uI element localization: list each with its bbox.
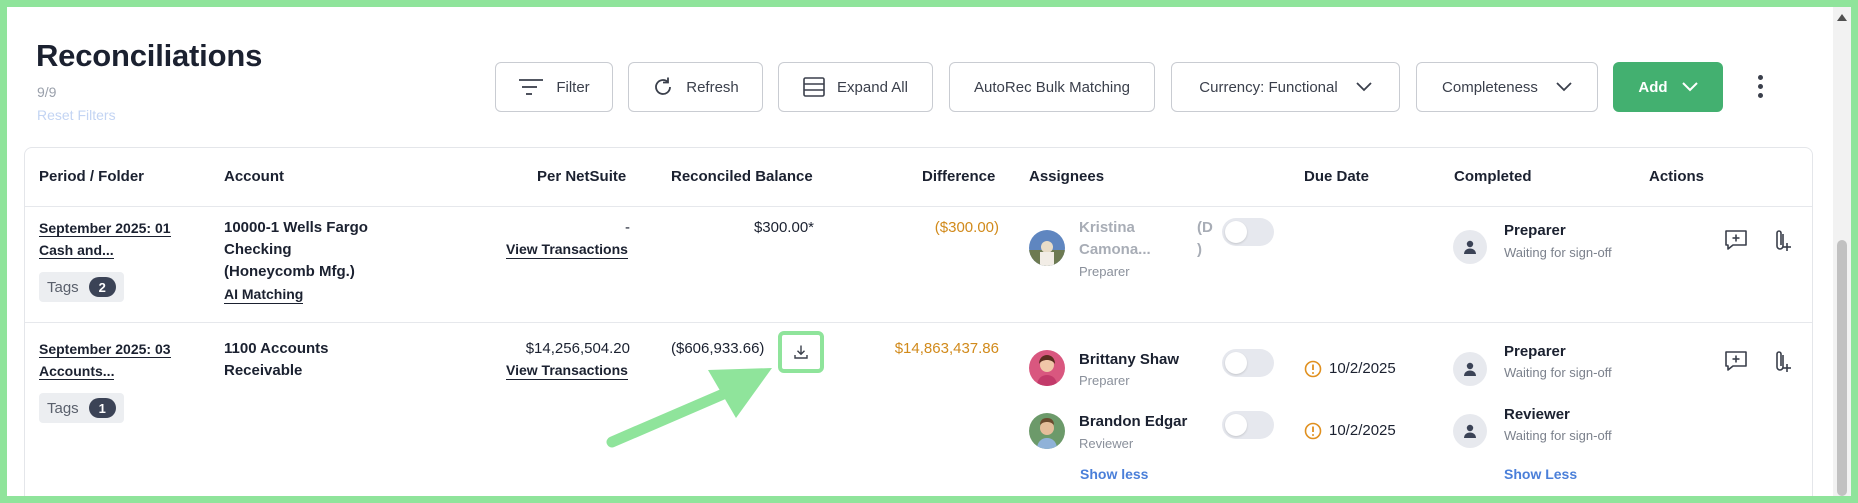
completeness-dropdown[interactable]: Completeness (1416, 62, 1598, 112)
signoff-toggle[interactable] (1222, 218, 1274, 246)
download-button[interactable] (778, 331, 824, 373)
header-reconciled-balance[interactable]: Reconciled Balance (671, 168, 813, 185)
completion-status-sub: Waiting for sign-off (1504, 245, 1612, 260)
completion-status-title: Preparer (1504, 343, 1566, 360)
add-button[interactable]: Add (1613, 62, 1723, 112)
assignee-suffix: (D ) (1197, 219, 1213, 258)
tags-count-badge: 1 (88, 398, 116, 418)
tags-count-badge: 2 (88, 277, 116, 297)
completeness-label: Completeness (1442, 78, 1538, 96)
expand-all-icon (803, 77, 825, 97)
completion-status-sub: Waiting for sign-off (1504, 365, 1612, 380)
add-label: Add (1638, 78, 1668, 96)
expand-all-label: Expand All (837, 78, 908, 96)
avatar (1029, 350, 1065, 386)
download-icon (794, 345, 808, 359)
header-divider (25, 206, 1812, 207)
refresh-label: Refresh (686, 78, 739, 96)
currency-label: Currency: Functional (1199, 78, 1338, 96)
assignee-name[interactable]: Brittany Shaw (1079, 349, 1179, 371)
period-folder-link[interactable]: September 2025: 01 Cash and... (39, 217, 171, 261)
due-date-value: 10/2/2025 (1329, 422, 1396, 439)
assignee-role: Reviewer (1079, 436, 1134, 451)
per-netsuite-value: $14,256,504.20 (525, 340, 630, 357)
add-comment-icon[interactable] (1724, 229, 1748, 251)
assignee-role: Preparer (1079, 373, 1130, 388)
show-less-assignees-link[interactable]: Show less (1080, 466, 1148, 482)
record-count: 9/9 (37, 84, 57, 100)
user-icon (1453, 414, 1487, 448)
user-icon (1453, 352, 1487, 386)
period-folder-link[interactable]: September 2025: 03 Accounts... (39, 338, 171, 382)
tags-chip[interactable]: Tags 1 (39, 393, 124, 423)
assignee-name[interactable]: Kristina Camona... (1079, 217, 1151, 261)
annotation-arrow-icon (606, 368, 772, 448)
due-date-value: 10/2/2025 (1329, 360, 1396, 377)
header-difference[interactable]: Difference (922, 168, 995, 185)
header-completed[interactable]: Completed (1454, 168, 1532, 185)
filter-button[interactable]: Filter (495, 62, 613, 112)
reconciled-balance-value[interactable]: $300.00* (700, 217, 814, 239)
filter-label: Filter (556, 78, 590, 96)
warning-icon (1304, 422, 1322, 440)
show-less-completed-link[interactable]: Show Less (1504, 466, 1577, 482)
warning-icon (1304, 360, 1322, 378)
completion-status-sub: Waiting for sign-off (1504, 428, 1612, 443)
header-period[interactable]: Period / Folder (39, 168, 144, 185)
add-comment-icon[interactable] (1724, 350, 1748, 372)
header-actions: Actions (1649, 168, 1705, 185)
header-per-netsuite[interactable]: Per NetSuite (537, 168, 626, 185)
assignee-role: Preparer (1079, 264, 1130, 279)
ai-matching-link[interactable]: AI Matching (224, 286, 304, 304)
scrollbar-thumb[interactable] (1837, 240, 1847, 496)
chevron-down-icon (1556, 82, 1572, 92)
reconciliations-table (24, 147, 1813, 503)
account-name[interactable]: 1100 Accounts Receivable (224, 338, 329, 382)
currency-dropdown[interactable]: Currency: Functional (1171, 62, 1400, 112)
per-netsuite-value: - (625, 219, 630, 236)
more-options-icon[interactable] (1750, 68, 1770, 104)
page-title: Reconciliations (36, 38, 263, 73)
difference-value: $14,863,437.86 (894, 340, 999, 357)
signoff-toggle[interactable] (1222, 349, 1274, 377)
reconciled-balance-value[interactable]: ($606,933.66) (671, 338, 764, 360)
account-name[interactable]: 10000-1 Wells Fargo Checking (Honeycomb … (224, 217, 368, 283)
autorec-bulk-matching-button[interactable]: AutoRec Bulk Matching (949, 62, 1155, 112)
tags-label: Tags (47, 278, 79, 296)
attachment-icon[interactable] (1772, 228, 1792, 254)
completion-status-title: Reviewer (1504, 406, 1570, 423)
user-icon (1453, 230, 1487, 264)
refresh-button[interactable]: Refresh (628, 62, 763, 112)
completion-status-title: Preparer (1504, 222, 1566, 239)
row-divider (25, 322, 1812, 323)
difference-value: ($300.00) (934, 219, 999, 236)
assignee-name[interactable]: Brandon Edgar (1079, 411, 1187, 433)
avatar (1029, 413, 1065, 449)
header-assignees[interactable]: Assignees (1029, 168, 1104, 185)
avatar (1029, 230, 1065, 266)
header-account[interactable]: Account (224, 168, 284, 185)
tags-label: Tags (47, 399, 79, 417)
scroll-up-icon[interactable] (1836, 12, 1848, 24)
expand-all-button[interactable]: Expand All (778, 62, 933, 112)
signoff-toggle[interactable] (1222, 411, 1274, 439)
autorec-label: AutoRec Bulk Matching (974, 78, 1130, 96)
tags-chip[interactable]: Tags 2 (39, 272, 124, 302)
header-due-date[interactable]: Due Date (1304, 168, 1369, 185)
view-transactions-link[interactable]: View Transactions (506, 241, 628, 259)
chevron-down-icon (1681, 82, 1698, 92)
reset-filters-link[interactable]: Reset Filters (37, 107, 116, 123)
attachment-icon[interactable] (1772, 349, 1792, 375)
refresh-icon (655, 77, 672, 95)
filter-icon (519, 79, 544, 95)
chevron-down-icon (1356, 82, 1372, 92)
